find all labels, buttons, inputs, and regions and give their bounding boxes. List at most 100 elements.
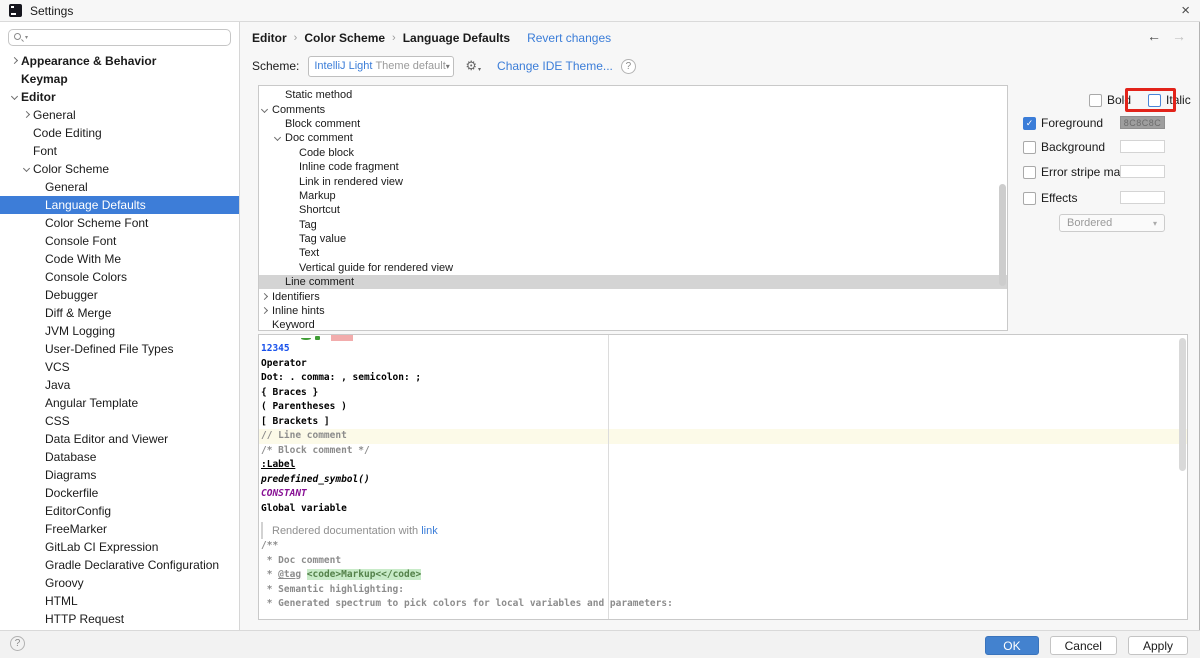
sidebar-item[interactable]: FreeMarker [0,520,239,538]
sidebar-item[interactable]: Appearance & Behavior [0,52,239,70]
sidebar-item[interactable]: Data Editor and Viewer [0,430,239,448]
sidebar-item[interactable]: Groovy [0,574,239,592]
attribute-item[interactable]: Tag value [259,232,1007,246]
attribute-item[interactable]: Link in rendered view [259,174,1007,188]
preview-operator-line[interactable]: Operator [261,357,1187,372]
attribute-item[interactable]: Vertical guide for rendered view [259,261,1007,275]
foreground-checkbox[interactable]: ✓ [1023,116,1036,130]
help-icon[interactable]: ? [10,636,25,651]
settings-search-box[interactable]: ▾ [8,29,231,46]
sidebar-item[interactable]: GitLab CI Expression [0,538,239,556]
background-checkbox[interactable] [1023,140,1036,154]
attribute-item-label: Comments [272,103,326,116]
sidebar-item[interactable]: Keymap [0,70,239,88]
preview-block-comment[interactable]: /* Block comment */ [261,444,1187,459]
effects-color-field[interactable] [1120,191,1165,204]
preview-parentheses-line[interactable]: ( Parentheses ) [261,400,1187,415]
chevron-icon [286,247,299,259]
sidebar-item[interactable]: General [0,106,239,124]
rendered-doc-link[interactable]: link [421,525,438,537]
scheme-actions-gear-icon[interactable]: ⚙ ▾ [465,58,481,74]
sidebar-item-label: VCS [45,360,70,374]
sidebar-item[interactable]: Editor [0,88,239,106]
scheme-dropdown[interactable]: IntelliJ Light Theme default ▾ [308,55,455,77]
sidebar-item[interactable]: Angular Template [0,394,239,412]
sidebar-item[interactable]: User-Defined File Types [0,340,239,358]
ok-button[interactable]: OK [985,636,1039,655]
preview-doc-semantic-line[interactable]: * Semantic highlighting: [261,583,1187,598]
attribute-item[interactable]: Inline hints [259,304,1007,318]
sidebar-item[interactable]: Gradle Declarative Configuration [0,556,239,574]
attribute-item[interactable]: Comments [259,102,1007,116]
effects-checkbox[interactable] [1023,191,1036,205]
sidebar-item[interactable]: Code With Me [0,250,239,268]
preview-doc-generated-line[interactable]: * Generated spectrum to pick colors for … [261,597,1187,612]
bold-checkbox[interactable] [1089,93,1102,107]
preview-doc-tag-line[interactable]: * @tag <code>Markup<</code> [261,568,1187,583]
preview-punctuation-line[interactable]: Dot: . comma: , semicolon: ; [261,371,1187,386]
check-icon: ✓ [1025,117,1034,128]
preview-predefined-symbol-line[interactable]: predefined_symbol() [261,473,1187,488]
attribute-item[interactable]: Identifiers [259,289,1007,303]
apply-button[interactable]: Apply [1127,636,1188,655]
back-arrow-icon[interactable]: ← [1147,28,1161,44]
sidebar-item[interactable]: JVM Logging [0,322,239,340]
sidebar-item[interactable]: Color Scheme Font [0,214,239,232]
error-stripe-checkbox[interactable] [1023,165,1036,179]
preview-doc-open-line[interactable]: /** [261,539,1187,554]
attribute-item-label: Tag [299,218,317,231]
tree-scrollbar[interactable] [999,184,1006,286]
sidebar-item[interactable]: Color Scheme [0,160,239,178]
sidebar-item[interactable]: Console Font [0,232,239,250]
error-stripe-color-field[interactable] [1120,165,1165,178]
attribute-item[interactable]: Doc comment [259,131,1007,145]
sidebar-item[interactable]: Font [0,142,239,160]
attribute-item[interactable]: Text [259,246,1007,260]
sidebar-item[interactable]: CSS [0,412,239,430]
sidebar-item[interactable]: HTTP Request [0,610,239,628]
cancel-button[interactable]: Cancel [1049,636,1117,655]
sidebar-item[interactable]: General [0,178,239,196]
sidebar-item[interactable]: VCS [0,358,239,376]
foreground-color-swatch[interactable]: 8C8C8C [1120,116,1165,129]
preview-constant-line[interactable]: CONSTANT [261,487,1187,502]
help-icon[interactable]: ? [620,58,636,74]
sidebar-item[interactable]: Database [0,448,239,466]
sidebar-item[interactable]: Diagrams [0,466,239,484]
preview-global-variable-line[interactable]: Global variable [261,502,1187,517]
sidebar-item[interactable]: Java [0,376,239,394]
attribute-item[interactable]: Block comment [259,117,1007,131]
doc-markup-code: <code>Markup<</code> [306,569,422,580]
breadcrumb-editor[interactable]: Editor [252,31,287,45]
sidebar-item-label: Data Editor and Viewer [45,432,169,446]
background-color-field[interactable] [1120,140,1165,153]
attribute-item[interactable]: Inline code fragment [259,160,1007,174]
attribute-item[interactable]: Code block [259,146,1007,160]
preview-brackets-line[interactable]: [ Brackets ] [261,415,1187,430]
attribute-item[interactable]: Markup [259,189,1007,203]
close-icon[interactable]: × [1181,1,1190,21]
sidebar-item[interactable]: Dockerfile [0,484,239,502]
attribute-item[interactable]: Shortcut [259,203,1007,217]
revert-changes-link[interactable]: Revert changes [527,31,611,45]
preview-braces-line[interactable]: { Braces } [261,386,1187,401]
chevron-icon [33,559,45,571]
sidebar-item[interactable]: Console Colors [0,268,239,286]
sidebar-item[interactable]: Code Editing [0,124,239,142]
preview-line-comment[interactable]: // Line comment [261,429,1187,444]
sidebar-item[interactable]: HTML [0,592,239,610]
sidebar-item[interactable]: EditorConfig [0,502,239,520]
search-input[interactable] [29,31,226,44]
attribute-item[interactable]: Tag [259,218,1007,232]
sidebar-item[interactable]: Language Defaults [0,196,239,214]
sidebar-item[interactable]: Debugger [0,286,239,304]
preview-label-line[interactable]: :Label [261,458,1187,473]
attribute-item[interactable]: Static method [259,88,1007,102]
sidebar-item[interactable]: Diff & Merge [0,304,239,322]
attribute-item[interactable]: Line comment [259,275,1007,290]
change-ide-theme-link[interactable]: Change IDE Theme... [497,59,613,73]
preview-number-line[interactable]: 12345 [261,342,1187,357]
preview-doc-comment-line[interactable]: * Doc comment [261,554,1187,569]
attribute-item[interactable]: Keyword [259,318,1007,330]
breadcrumb-color-scheme[interactable]: Color Scheme [304,31,385,45]
